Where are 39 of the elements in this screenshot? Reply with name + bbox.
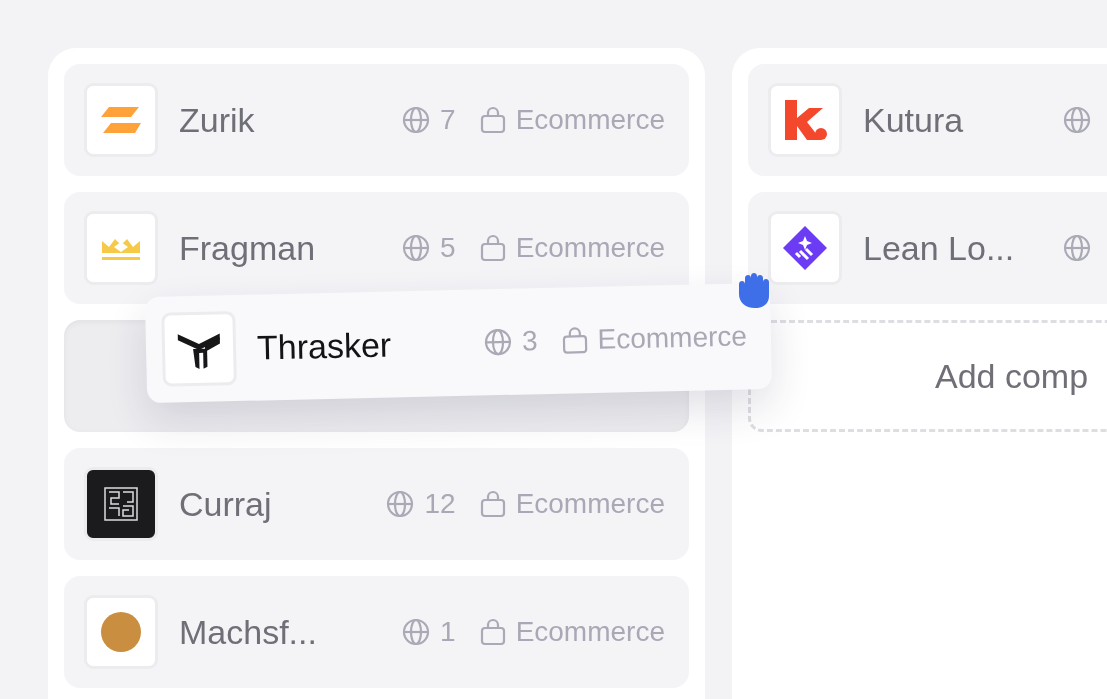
shopping-bag-icon — [479, 106, 506, 134]
category-label: Ecommerce — [515, 232, 665, 264]
site-count: 1 — [440, 616, 456, 648]
avatar-placeholder — [99, 610, 143, 654]
category-label: Ecommerce — [515, 488, 665, 520]
company-name: Thrasker — [256, 324, 393, 368]
site-count: 7 — [440, 104, 456, 136]
company-name: Machsf... — [179, 612, 318, 652]
shopping-bag-icon — [479, 490, 506, 518]
shopping-bag-icon — [479, 234, 506, 262]
globe-icon — [402, 106, 431, 134]
company-card[interactable]: Lean Lo... — [748, 192, 1107, 304]
globe-icon — [483, 327, 513, 357]
shopping-bag-icon — [561, 326, 588, 355]
category-label: Ecommerce — [515, 104, 665, 136]
zigzag-logo-icon — [101, 105, 141, 135]
company-name: Curraj — [179, 484, 273, 524]
globe-icon — [1063, 106, 1091, 134]
company-card[interactable]: Curraj 12 Ecommerce — [64, 448, 689, 560]
company-card[interactable]: Machsf... 1 Ecommerce — [64, 576, 689, 688]
company-name: Lean Lo... — [863, 228, 1016, 268]
site-count: 5 — [440, 232, 456, 264]
maze-logo-icon — [103, 486, 139, 522]
k-letter-logo-icon — [783, 98, 827, 142]
globe-icon — [386, 490, 415, 518]
category-label: Ecommerce — [515, 616, 665, 648]
category-label: Ecommerce — [597, 320, 748, 356]
shopping-bag-icon — [479, 618, 506, 646]
globe-icon — [1063, 234, 1091, 262]
diamond-logo-icon — [782, 225, 828, 271]
company-card[interactable]: Kutura — [748, 64, 1107, 176]
company-name: Fragman — [179, 228, 317, 268]
site-count: 3 — [521, 325, 538, 358]
globe-icon — [402, 618, 431, 646]
company-name: Kutura — [863, 100, 965, 140]
company-name: Zurik — [179, 100, 256, 140]
site-count: 12 — [424, 488, 456, 520]
globe-icon — [402, 234, 431, 262]
company-card[interactable]: Zurik 7 Ecommerce — [64, 64, 689, 176]
